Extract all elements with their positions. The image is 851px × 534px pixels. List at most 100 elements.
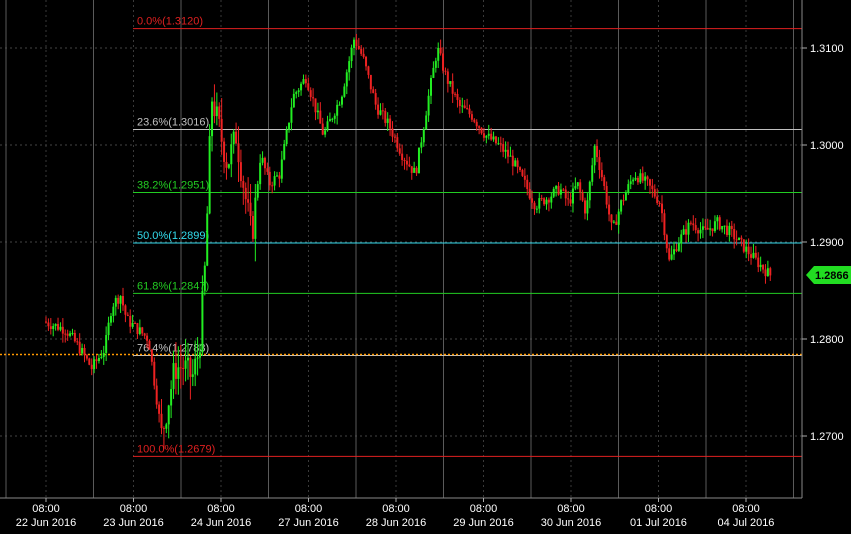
candle-body xyxy=(497,143,500,145)
candle-body xyxy=(427,95,430,116)
candle-body xyxy=(586,200,589,214)
candle-body xyxy=(569,199,572,204)
candle-body xyxy=(644,176,647,181)
candle-body xyxy=(521,170,524,176)
candle-body xyxy=(259,162,262,185)
candle-body xyxy=(179,367,182,369)
candle-body xyxy=(656,196,659,203)
candle-body xyxy=(261,157,264,163)
candle-body xyxy=(504,149,507,152)
candle-body xyxy=(485,135,488,138)
candle-body xyxy=(266,168,269,172)
candle-body xyxy=(109,316,112,323)
candle-body xyxy=(442,53,445,71)
candle-body xyxy=(340,96,343,105)
candle-body xyxy=(211,101,214,137)
candle-body xyxy=(699,229,702,234)
candle-body xyxy=(704,226,707,228)
candle-body xyxy=(639,173,642,183)
candle-body xyxy=(57,323,60,330)
x-tick-time-label: 08:00 xyxy=(645,503,673,515)
candle-body xyxy=(470,114,473,120)
y-tick-label: 1.2700 xyxy=(810,431,844,443)
candle-body xyxy=(162,428,165,430)
candle-body xyxy=(297,90,300,93)
candle-body xyxy=(451,81,454,94)
candle-body xyxy=(242,181,245,188)
candle-body xyxy=(107,322,110,336)
candle-body xyxy=(95,359,98,362)
candle-body xyxy=(538,198,541,209)
candle-body xyxy=(81,347,84,354)
fib-level-label: 50.0%(1.2899) xyxy=(137,230,209,242)
candle-body xyxy=(653,189,656,197)
candle-body xyxy=(158,404,161,414)
candle-body xyxy=(300,83,303,91)
candle-body xyxy=(134,322,137,324)
candle-body xyxy=(146,335,149,341)
candle-body xyxy=(49,326,52,330)
candle-body xyxy=(439,47,442,54)
fib-level-label: 38.2%(1.2951) xyxy=(137,180,209,192)
candle-body xyxy=(461,105,464,107)
current-price-label: 1.2866 xyxy=(815,270,849,282)
candle-body xyxy=(251,215,254,239)
candle-body xyxy=(254,197,257,239)
candle-body xyxy=(552,188,555,197)
candle-body xyxy=(687,222,690,235)
candle-body xyxy=(199,352,201,358)
candle-body xyxy=(384,110,387,123)
candle-body xyxy=(374,93,377,105)
candle-body xyxy=(709,228,712,230)
candle-body xyxy=(235,131,238,144)
candle-body xyxy=(430,77,432,96)
candle-body xyxy=(545,199,548,205)
candle-body xyxy=(685,229,688,235)
candle-body xyxy=(759,264,762,268)
candle-body xyxy=(398,148,401,154)
candle-body xyxy=(605,186,608,205)
candle-body xyxy=(225,161,228,168)
candle-body xyxy=(136,323,139,334)
candle-body xyxy=(114,297,117,307)
candle-body xyxy=(45,321,47,323)
candle-body xyxy=(458,99,461,106)
x-tick-date-label: 23 Jun 2016 xyxy=(103,517,164,529)
candle-body xyxy=(559,189,562,195)
y-tick-label: 1.3100 xyxy=(810,43,844,55)
candle-body xyxy=(466,108,469,110)
candle-body xyxy=(668,248,671,260)
candle-body xyxy=(148,340,151,350)
candle-body xyxy=(184,360,187,369)
candle-body xyxy=(754,252,757,258)
candle-body xyxy=(357,45,360,49)
candle-body xyxy=(730,225,733,230)
candle-body xyxy=(456,93,459,100)
candle-body xyxy=(367,66,370,75)
candle-body xyxy=(138,327,141,334)
candle-body xyxy=(752,252,755,258)
candle-body xyxy=(283,143,286,160)
candle-body xyxy=(362,53,365,57)
candle-body xyxy=(721,226,724,230)
candle-body xyxy=(403,159,406,161)
candle-body xyxy=(124,305,127,315)
candle-body xyxy=(85,355,88,359)
candle-body xyxy=(651,185,654,190)
candle-body xyxy=(747,246,750,255)
candle-body xyxy=(52,325,55,330)
candle-body xyxy=(528,189,531,199)
x-tick-date-label: 24 Jun 2016 xyxy=(191,517,252,529)
candle-body xyxy=(302,79,305,84)
candle-body xyxy=(437,47,440,61)
candle-body xyxy=(69,333,72,336)
candle-body xyxy=(230,144,233,165)
candle-body xyxy=(636,177,639,183)
candle-body xyxy=(463,105,466,109)
candle-body xyxy=(167,405,170,425)
candle-body xyxy=(312,97,315,99)
x-tick-date-label: 29 Jun 2016 xyxy=(453,517,514,529)
candle-body xyxy=(629,181,632,185)
candle-body xyxy=(165,424,168,429)
x-tick-time-label: 08:00 xyxy=(557,503,585,515)
